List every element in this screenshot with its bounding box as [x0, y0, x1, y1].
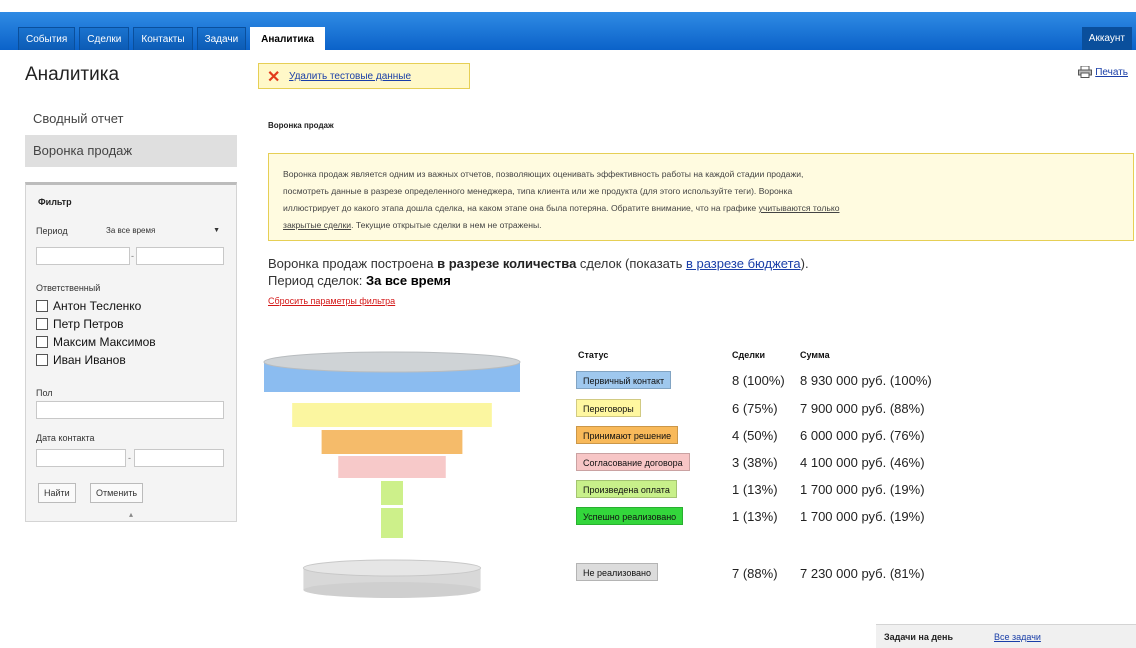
deal-period: Период сделок: За все время: [268, 273, 451, 288]
filter-title: Фильтр: [38, 197, 72, 207]
sidebar-item-summary-report[interactable]: Сводный отчет: [25, 103, 237, 135]
funnel-stage-4: [381, 481, 403, 505]
user-checkbox-row[interactable]: Иван Иванов: [36, 352, 126, 368]
lost-deals-sum: 7 230 000 руб. (81%): [800, 566, 925, 581]
period-to-input[interactable]: [136, 247, 224, 265]
sidebar-item-sales-funnel[interactable]: Воронка продаж: [25, 135, 237, 167]
filter-panel: Фильтр Период За все время ▼ - Ответстве…: [25, 182, 237, 522]
period-select-value: За все время: [106, 226, 156, 235]
deals-count: 1 (13%): [732, 509, 778, 524]
deals-sum: 7 900 000 руб. (88%): [800, 401, 925, 416]
user-checkbox[interactable]: [36, 318, 48, 330]
funnel-stage-1: [292, 403, 492, 427]
funnel-top-rim: [263, 351, 521, 373]
contact-date-from-input[interactable]: [36, 449, 126, 467]
deals-count: 8 (100%): [732, 373, 785, 388]
funnel-lost-bottom: [303, 582, 481, 598]
printer-icon: [1078, 66, 1093, 78]
page-title: Аналитика: [25, 64, 120, 85]
info-text: закрытые сделки. Текущие открытые сделки…: [283, 220, 542, 230]
status-badge: Произведена оплата: [576, 480, 677, 498]
contact-date-to-input[interactable]: [134, 449, 224, 467]
tab-analytics[interactable]: Аналитика: [250, 27, 326, 50]
collapse-handle-icon[interactable]: ▴: [126, 510, 136, 519]
summary-mode: в разрезе количества: [437, 256, 577, 271]
deals-sum: 6 000 000 руб. (76%): [800, 428, 925, 443]
contact-date-label: Дата контакта: [36, 433, 95, 443]
status-badge: Согласование договора: [576, 453, 690, 471]
funnel-stage-5: [381, 508, 403, 538]
status-badge: Первичный контакт: [576, 371, 672, 389]
reset-filter-link[interactable]: Сбросить параметры фильтра: [268, 296, 395, 306]
period-label: Период: [36, 226, 68, 236]
all-tasks-link[interactable]: Все задачи: [994, 632, 1041, 642]
closed-deals-link[interactable]: закрытые сделки: [283, 220, 351, 230]
column-header-sum: Сумма: [800, 350, 830, 360]
user-checkbox-row[interactable]: Антон Тесленко: [36, 298, 141, 314]
column-header-status: Статус: [578, 350, 609, 360]
chevron-down-icon: ▼: [213, 227, 220, 234]
responsible-label: Ответственный: [36, 283, 101, 293]
gender-input[interactable]: [36, 401, 224, 419]
print-label: Печать: [1095, 66, 1128, 78]
status-badge-lost: Не реализовано: [576, 563, 658, 581]
info-box: Воронка продаж является одним из важных …: [268, 153, 1134, 241]
section-title: Воронка продаж: [268, 121, 334, 130]
budget-view-link[interactable]: в разрезе бюджета: [686, 256, 801, 271]
range-separator: -: [131, 251, 134, 261]
tab-events[interactable]: События: [18, 27, 76, 50]
user-checkbox-row[interactable]: Петр Петров: [36, 316, 124, 332]
tab-contacts[interactable]: Контакты: [133, 27, 193, 50]
find-button[interactable]: Найти: [38, 483, 76, 503]
sidebar-nav: Сводный отчет Воронка продаж: [25, 103, 237, 167]
tasks-today-label: Задачи на день: [884, 632, 954, 642]
column-header-deals: Сделки: [732, 350, 765, 360]
close-icon[interactable]: ✕: [267, 67, 280, 87]
funnel-chart: [263, 351, 521, 598]
period-from-input[interactable]: [36, 247, 130, 265]
deals-sum: 1 700 000 руб. (19%): [800, 482, 925, 497]
tab-deals[interactable]: Сделки: [79, 27, 130, 50]
gender-label: Пол: [36, 388, 53, 398]
user-name: Антон Тесленко: [53, 299, 142, 313]
deals-sum: 8 930 000 руб. (100%): [800, 373, 932, 388]
main-tabs: События Сделки Контакты Задачи Аналитика: [18, 27, 329, 50]
user-checkbox[interactable]: [36, 336, 48, 348]
funnel-stage-3: [338, 456, 446, 478]
info-text: посмотреть данные в разрезе определенног…: [283, 186, 793, 196]
funnel-stage-2: [321, 430, 463, 454]
user-name: Максим Максимов: [53, 335, 156, 349]
deals-count: 4 (50%): [732, 428, 778, 443]
info-text: Воронка продаж является одним из важных …: [283, 169, 804, 179]
deals-count: 3 (38%): [732, 455, 778, 470]
tab-tasks[interactable]: Задачи: [196, 27, 247, 50]
funnel-summary: Воронка продаж построена в разрезе колич…: [268, 256, 809, 271]
delete-test-data-banner: ✕ Удалить тестовые данные: [258, 63, 470, 89]
funnel-lost-top: [302, 559, 482, 577]
deals-count: 6 (75%): [732, 401, 778, 416]
user-name: Петр Петров: [53, 317, 124, 331]
user-checkbox[interactable]: [36, 300, 48, 312]
info-text: иллюстрирует до какого этапа дошла сделк…: [283, 203, 840, 213]
user-name: Иван Иванов: [53, 353, 126, 367]
deal-period-value: За все время: [365, 273, 451, 288]
status-badge: Успешно реализовано: [576, 507, 684, 525]
account-button[interactable]: Аккаунт: [1081, 27, 1132, 50]
tasks-bar: Задачи на день Все задачи: [876, 624, 1136, 648]
delete-test-data-link[interactable]: Удалить тестовые данные: [289, 71, 411, 82]
status-badge: Переговоры: [576, 399, 641, 417]
deals-sum: 4 100 000 руб. (46%): [800, 455, 925, 470]
status-badge: Принимают решение: [576, 426, 679, 444]
lost-deals-count: 7 (88%): [732, 566, 778, 581]
range-separator: -: [128, 453, 131, 463]
cancel-button[interactable]: Отменить: [90, 483, 144, 503]
print-link[interactable]: Печать: [1078, 66, 1128, 78]
user-checkbox[interactable]: [36, 354, 48, 366]
closed-deals-link[interactable]: учитываются только: [759, 203, 840, 213]
user-checkbox-row[interactable]: Максим Максимов: [36, 334, 156, 350]
app-window: События Сделки Контакты Задачи Аналитика…: [0, 0, 1136, 648]
deals-sum: 1 700 000 руб. (19%): [800, 509, 925, 524]
deals-count: 1 (13%): [732, 482, 778, 497]
period-select[interactable]: За все время ▼: [106, 223, 224, 238]
